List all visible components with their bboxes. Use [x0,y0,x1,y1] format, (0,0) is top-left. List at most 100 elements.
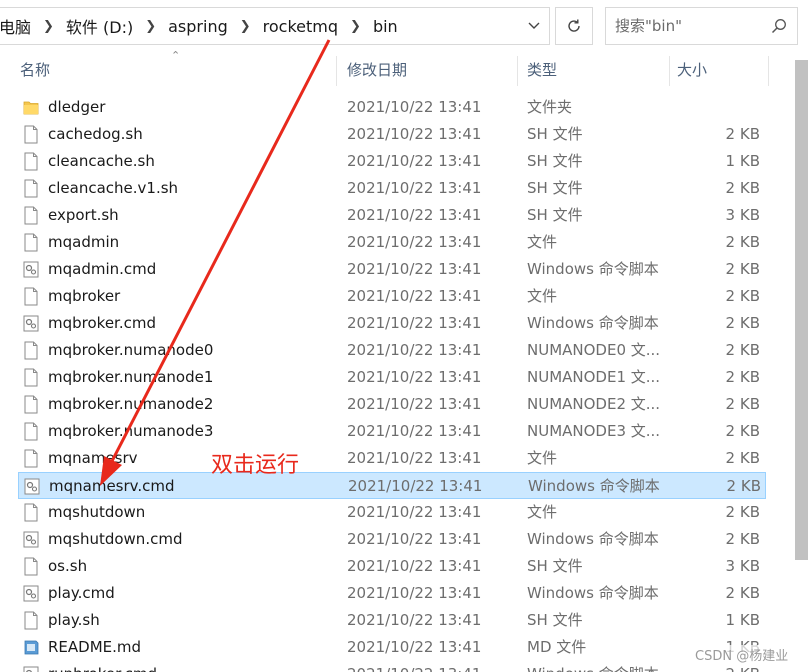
file-size: 2 KB [725,125,760,143]
file-row[interactable]: dledger 2021/10/22 13:41 文件夹 [18,94,766,121]
file-row[interactable]: os.sh 2021/10/22 13:41 SH 文件 3 KB [18,553,766,580]
file-type: SH 文件 [527,125,583,143]
file-modified-date: 2021/10/22 13:41 [347,206,482,224]
file-icon [23,449,39,468]
file-row[interactable]: cleancache.v1.sh 2021/10/22 13:41 SH 文件 2 K… [18,175,766,202]
file-modified-date: 2021/10/22 13:41 [347,530,482,548]
file-modified-date: 2021/10/22 13:41 [347,233,482,251]
file-row[interactable]: mqshutdown.cmd 2021/10/22 13:41 Windows 命令… [18,526,766,553]
file-row[interactable]: play.sh 2021/10/22 13:41 SH 文件 1 KB [18,607,766,634]
folder-icon [23,98,39,117]
chevron-right-icon[interactable]: ❯ [43,19,54,34]
file-name: cachedog.sh [48,125,143,143]
chevron-down-icon[interactable] [519,8,549,44]
file-size: 3 KB [725,206,760,224]
file-size: 2 KB [725,287,760,305]
file-name: mqbroker [48,287,121,305]
column-header-date[interactable]: 修改日期 [347,52,407,88]
file-type: SH 文件 [527,179,583,197]
file-size: 2 KB [725,314,760,332]
column-divider[interactable] [669,56,670,86]
file-modified-date: 2021/10/22 13:41 [347,368,482,386]
file-name: runbroker.cmd [48,661,157,672]
file-modified-date: 2021/10/22 13:41 [347,125,482,143]
column-divider[interactable] [336,56,337,86]
refresh-icon [568,19,580,32]
cmd-file-icon [23,584,39,603]
file-size: 2 KB [725,449,760,467]
breadcrumb-this-pc[interactable]: 电脑 [0,14,31,38]
file-name: cleancache.sh [48,152,155,170]
file-type: MD 文件 [527,638,587,656]
file-type: SH 文件 [527,152,583,170]
file-type: Windows 命令脚本 [528,477,660,495]
column-divider[interactable] [517,56,518,86]
file-size: 2 KB [725,395,760,413]
file-row[interactable]: mqshutdown 2021/10/22 13:41 文件 2 KB [18,499,766,526]
file-type: Windows 命令脚本 [527,530,659,548]
file-name: mqshutdown [48,503,146,521]
file-row[interactable]: README.md2021/10/22 13:41MD 文件1 KB [18,634,766,661]
search-input[interactable] [615,17,775,35]
file-name: mqadmin [48,233,120,251]
annotation-label: 双击运行 [211,453,300,478]
file-type: 文件夹 [527,98,573,116]
file-modified-date: 2021/10/22 13:41 [347,638,482,656]
column-header-name[interactable]: 名称 [20,52,50,88]
file-row[interactable]: mqnamesrv.cmd 2021/10/22 13:41 Windows 命令脚… [18,472,766,499]
file-modified-date: 2021/10/22 13:41 [347,557,482,575]
file-type: 文件 [527,287,558,305]
file-row[interactable]: mqbroker.numanode3 2021/10/22 13:41 NUMANO… [18,418,766,445]
search-box[interactable] [605,7,798,45]
watermark: CSDN @杨建业 [695,645,789,664]
column-header-size[interactable]: 大小 [677,52,707,88]
refresh-button[interactable] [555,7,593,45]
breadcrumb-rocketmq[interactable]: rocketmq [263,17,338,36]
file-row[interactable]: mqbroker.numanode2 2021/10/22 13:41 NUMANO… [18,391,766,418]
file-size: 2 KB [725,422,760,440]
file-modified-date: 2021/10/22 13:41 [347,661,481,672]
breadcrumb-bin[interactable]: bin [373,17,398,36]
file-size: 1 KB [725,152,760,170]
column-divider[interactable] [768,56,769,86]
file-modified-date: 2021/10/22 13:41 [347,314,482,332]
file-row[interactable]: mqadmin.cmd 2021/10/22 13:41 Windows 命令脚本 2… [18,256,766,283]
file-name: mqnamesrv.cmd [49,477,175,495]
cmd-file-icon [23,530,39,549]
file-row[interactable]: mqnamesrv 2021/10/22 13:41 文件 2 KB [18,445,766,472]
vertical-scrollbar[interactable] [792,52,810,672]
column-header-row: 名称 修改日期 类型 大小 [0,52,790,88]
file-type: Windows 命令脚本 [527,260,659,278]
file-type: NUMANODE2 文... [527,395,661,413]
address-bar[interactable]: 电脑 ❯ 软件 (D:) ❯ aspring ❯ rocketmq ❯ bin [0,7,550,45]
file-row[interactable]: mqbroker 2021/10/22 13:41 文件 2 KB [18,283,766,310]
file-row[interactable]: mqbroker.cmd 2021/10/22 13:41 Windows 命令脚本… [18,310,766,337]
file-size: 2 KB [725,233,760,251]
navigation-bar: 电脑 ❯ 软件 (D:) ❯ aspring ❯ rocketmq ❯ bin [0,0,810,52]
file-type: NUMANODE3 文... [527,422,661,440]
breadcrumb-aspring[interactable]: aspring [168,17,228,36]
file-row[interactable]: export.sh 2021/10/22 13:41 SH 文件 3 KB [18,202,766,229]
file-row[interactable]: mqbroker.numanode1 2021/10/22 13:41 NUMANO… [18,364,766,391]
file-type: 文件 [527,449,558,467]
file-type: 文件 [527,233,558,251]
search-icon[interactable] [771,18,787,34]
file-row[interactable]: play.cmd 2021/10/22 13:41 Windows 命令脚本 2 KB [18,580,766,607]
file-size: 2 KB [725,179,760,197]
chevron-right-icon[interactable]: ❯ [145,19,156,34]
file-icon [23,179,39,198]
file-row[interactable]: mqadmin 2021/10/22 13:41 文件 2 KB [18,229,766,256]
file-name: mqbroker.numanode0 [48,341,214,359]
file-row[interactable]: runbroker.cmd 2021/10/22 13:41 Windows 命令脚… [18,661,766,672]
column-header-type[interactable]: 类型 [527,52,557,88]
chevron-right-icon[interactable]: ❯ [350,19,361,34]
file-row[interactable]: mqbroker.numanode0 2021/10/22 13:41 NUMANO… [18,337,766,364]
breadcrumb-drive-d[interactable]: 软件 (D:) [66,14,133,38]
chevron-right-icon[interactable]: ❯ [240,19,251,34]
file-name: play.sh [48,611,100,629]
file-icon [23,611,39,630]
file-row[interactable]: cachedog.sh 2021/10/22 13:41 SH 文件 2 KB [18,121,766,148]
scrollbar-thumb[interactable] [795,60,808,560]
file-size: 3 KB [725,557,760,575]
file-row[interactable]: cleancache.sh 2021/10/22 13:41 SH 文件 1 KB [18,148,766,175]
